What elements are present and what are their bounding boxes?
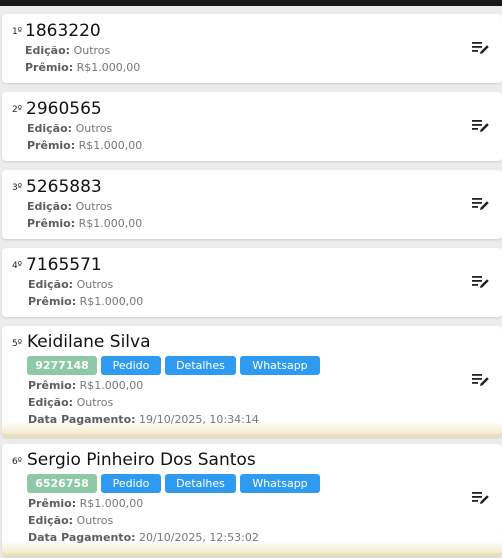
edicao-line: Edição: Outros bbox=[28, 278, 113, 291]
winner-card: 6º Sergio Pinheiro Dos Santos 6526758 Pe… bbox=[2, 444, 502, 556]
edicao-value: Outros bbox=[75, 122, 113, 135]
result-card: 1º 1863220 Edição: Outros Prêmio: R$1.00… bbox=[2, 14, 502, 83]
edicao-label: Edição: bbox=[25, 44, 71, 57]
premio-line: Prêmio: R$1.000,00 bbox=[27, 139, 142, 152]
premio-label: Prêmio: bbox=[27, 139, 76, 152]
premio-label: Prêmio: bbox=[27, 217, 76, 230]
data-pagamento-value: 19/10/2025, 10:34:14 bbox=[139, 413, 259, 426]
position-label: 1º bbox=[12, 27, 22, 37]
position-label: 2º bbox=[12, 105, 22, 115]
edicao-line: Edição: Outros bbox=[28, 396, 113, 409]
result-card: 4º 7165571 Edição: Outros Prêmio: R$1.00… bbox=[2, 248, 502, 317]
edicao-value: Outros bbox=[76, 278, 114, 291]
winner-name: Sergio Pinheiro Dos Santos bbox=[27, 450, 256, 470]
detalhes-button[interactable]: Detalhes bbox=[165, 356, 236, 375]
premio-value: R$1.000,00 bbox=[76, 61, 141, 74]
premio-line: Prêmio: R$1.000,00 bbox=[28, 295, 143, 308]
premio-value: R$1.000,00 bbox=[78, 139, 143, 152]
whatsapp-button[interactable]: Whatsapp bbox=[240, 356, 320, 375]
position-label: 3º bbox=[12, 183, 22, 193]
top-bar bbox=[0, 0, 502, 6]
premio-line: Prêmio: R$1.000,00 bbox=[28, 497, 143, 510]
edicao-line: Edição: Outros bbox=[28, 514, 113, 527]
pedido-button[interactable]: Pedido bbox=[101, 356, 161, 375]
playlist-edit-icon[interactable] bbox=[472, 119, 490, 133]
result-number: 1863220 bbox=[25, 21, 101, 41]
result-number: 5265883 bbox=[26, 177, 102, 197]
detalhes-button[interactable]: Detalhes bbox=[165, 474, 236, 493]
position-label: 5º bbox=[12, 339, 22, 349]
premio-line: Prêmio: R$1.000,00 bbox=[27, 217, 142, 230]
data-pagamento-line: Data Pagamento: 20/10/2025, 12:53:02 bbox=[28, 531, 259, 544]
premio-value: R$1.000,00 bbox=[79, 379, 144, 392]
playlist-edit-icon[interactable] bbox=[472, 197, 490, 211]
premio-label: Prêmio: bbox=[28, 497, 77, 510]
winner-name: Keidilane Silva bbox=[27, 332, 151, 352]
playlist-edit-icon[interactable] bbox=[472, 373, 490, 387]
edicao-label: Edição: bbox=[28, 514, 74, 527]
position-label: 4º bbox=[12, 261, 22, 271]
premio-line: Prêmio: R$1.000,00 bbox=[28, 379, 143, 392]
data-pagamento-label: Data Pagamento: bbox=[28, 413, 136, 426]
premio-value: R$1.000,00 bbox=[79, 497, 144, 510]
data-pagamento-label: Data Pagamento: bbox=[28, 531, 136, 544]
premio-value: R$1.000,00 bbox=[78, 217, 143, 230]
edicao-line: Edição: Outros bbox=[27, 122, 112, 135]
winner-card: 5º Keidilane Silva 9277148 Pedido Detalh… bbox=[2, 326, 502, 437]
result-number: 2960565 bbox=[26, 99, 102, 119]
edicao-label: Edição: bbox=[28, 278, 74, 291]
data-pagamento-value: 20/10/2025, 12:53:02 bbox=[139, 531, 259, 544]
premio-label: Prêmio: bbox=[28, 295, 77, 308]
edicao-line: Edição: Outros bbox=[25, 44, 110, 57]
edicao-label: Edição: bbox=[27, 200, 73, 213]
position-label: 6º bbox=[12, 457, 22, 467]
edicao-label: Edição: bbox=[27, 122, 73, 135]
edicao-label: Edição: bbox=[28, 396, 74, 409]
ticket-number-badge: 9277148 bbox=[27, 356, 97, 375]
edicao-line: Edição: Outros bbox=[27, 200, 112, 213]
result-number: 7165571 bbox=[26, 255, 102, 275]
whatsapp-button[interactable]: Whatsapp bbox=[240, 474, 320, 493]
data-pagamento-line: Data Pagamento: 19/10/2025, 10:34:14 bbox=[28, 413, 259, 426]
winner-actions: 6526758 Pedido Detalhes Whatsapp bbox=[27, 474, 320, 493]
premio-value: R$1.000,00 bbox=[79, 295, 144, 308]
edicao-value: Outros bbox=[73, 44, 111, 57]
premio-label: Prêmio: bbox=[28, 379, 77, 392]
result-card: 3º 5265883 Edição: Outros Prêmio: R$1.00… bbox=[2, 170, 502, 239]
edicao-value: Outros bbox=[76, 514, 114, 527]
ticket-number-badge: 6526758 bbox=[27, 474, 97, 493]
playlist-edit-icon[interactable] bbox=[472, 491, 490, 505]
premio-line: Prêmio: R$1.000,00 bbox=[25, 61, 140, 74]
edicao-value: Outros bbox=[76, 396, 114, 409]
playlist-edit-icon[interactable] bbox=[472, 41, 490, 55]
premio-label: Prêmio: bbox=[25, 61, 74, 74]
edicao-value: Outros bbox=[75, 200, 113, 213]
result-card: 2º 2960565 Edição: Outros Prêmio: R$1.00… bbox=[2, 92, 502, 161]
playlist-edit-icon[interactable] bbox=[472, 275, 490, 289]
pedido-button[interactable]: Pedido bbox=[101, 474, 161, 493]
winner-actions: 9277148 Pedido Detalhes Whatsapp bbox=[27, 356, 320, 375]
